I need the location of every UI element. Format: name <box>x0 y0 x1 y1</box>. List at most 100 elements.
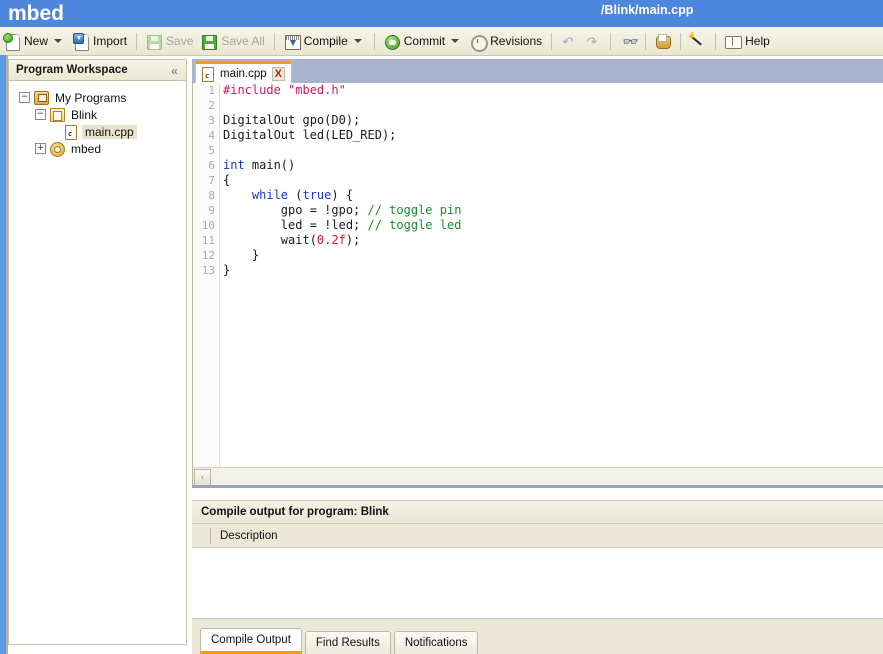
editor-panel: main.cpp X 12345678910111213 #include "m… <box>192 59 883 491</box>
line-number: 1 <box>208 84 215 97</box>
toolbar-save-all-label: Save All <box>221 34 265 48</box>
toolbar-redo-button[interactable]: ↷ <box>581 28 605 54</box>
line-number: 3 <box>208 114 215 127</box>
tree-item-mbed[interactable]: + mbed <box>9 140 186 157</box>
code-token: DigitalOut led(LED_RED); <box>223 128 397 142</box>
toolbar-undo-button[interactable]: ↶ <box>557 28 581 54</box>
tree-toggle-icon[interactable]: − <box>19 92 30 103</box>
program-workspace-panel: Program Workspace « − My Programs − Blin… <box>8 59 187 645</box>
chevron-down-icon[interactable] <box>451 39 460 43</box>
tree-toggle-icon[interactable]: − <box>35 109 46 120</box>
toolbar-import-button[interactable]: Import <box>69 28 131 54</box>
toolbar-divider <box>645 32 647 50</box>
new-file-icon <box>3 32 20 51</box>
code-line: { <box>223 173 883 188</box>
scroll-left-icon[interactable]: ‹ <box>194 469 211 486</box>
output-tab-find-results[interactable]: Find Results <box>304 631 391 654</box>
tree-toggle-spacer <box>51 127 60 136</box>
code-content[interactable]: #include "mbed.h" DigitalOut gpo(D0); Dig… <box>223 83 883 467</box>
app-logo: mbed <box>8 2 65 25</box>
code-token: 0.2f <box>316 233 346 247</box>
tree-item-main-cpp[interactable]: main.cpp <box>9 123 186 140</box>
cookbook-icon <box>654 33 672 50</box>
commit-icon <box>383 33 400 50</box>
mbed-ide-window: mbed /Blink/main.cpp New Import Save Sav… <box>0 0 883 654</box>
workspace-tree: − My Programs − Blink main.cpp + mbed <box>8 81 187 645</box>
editor-tab-strip: main.cpp X <box>192 59 883 83</box>
toolbar-wand-button[interactable] <box>686 28 710 54</box>
tree-item-label: My Programs <box>55 90 127 105</box>
workspace-title: Program Workspace <box>16 64 128 76</box>
code-token: wait( <box>223 233 317 247</box>
tree-item-blink[interactable]: − Blink <box>9 106 186 123</box>
toolbar-new-button[interactable]: New <box>0 28 69 54</box>
current-file-path: /Blink/main.cpp <box>601 3 694 17</box>
toolbar-compile-button[interactable]: Compile <box>280 28 369 54</box>
app-header: mbed /Blink/main.cpp <box>0 0 883 27</box>
code-line: DigitalOut led(LED_RED); <box>223 128 883 143</box>
code-line: } <box>223 248 883 263</box>
code-token: int <box>223 158 245 172</box>
toolbar-revisions-label: Revisions <box>490 34 543 48</box>
editor-tab-main-cpp[interactable]: main.cpp X <box>195 61 293 83</box>
line-number: 13 <box>201 264 215 277</box>
toolbar-save-all-button[interactable]: Save All <box>197 28 268 54</box>
code-token: DigitalOut gpo(D0); <box>223 113 361 127</box>
code-token: // toggle led <box>367 218 462 232</box>
editor-horizontal-scrollbar[interactable]: ‹ <box>192 467 883 486</box>
toolbar-cookbook-button[interactable] <box>651 28 675 54</box>
toolbar-divider <box>680 32 682 50</box>
save-all-icon <box>200 33 218 50</box>
code-token: } <box>223 263 231 277</box>
help-book-icon <box>724 33 743 50</box>
code-line: #include "mbed.h" <box>223 83 883 98</box>
import-icon <box>72 32 90 51</box>
toolbar-save-button[interactable]: Save <box>142 28 197 54</box>
toolbar-divider <box>136 32 138 50</box>
code-token: main() <box>244 158 296 172</box>
toolbar-help-button[interactable]: Help <box>721 28 774 54</box>
line-number: 2 <box>208 99 215 112</box>
line-number: 10 <box>201 219 215 232</box>
code-token: "mbed.h" <box>288 83 346 97</box>
code-token: gpo = !gpo; <box>223 203 368 217</box>
collapse-sidebar-icon[interactable]: « <box>167 63 182 78</box>
line-number: 8 <box>208 189 215 202</box>
line-number: 12 <box>201 249 215 262</box>
binoculars-icon: 👓 <box>621 33 638 49</box>
output-rows-area[interactable] <box>192 548 883 619</box>
cpp-file-icon <box>64 124 78 140</box>
close-icon[interactable]: X <box>271 66 286 81</box>
toolbar-find-button[interactable]: 👓 <box>616 28 640 54</box>
line-number: 4 <box>208 129 215 142</box>
code-editor[interactable]: 1 2 3 4 5 6 7 8 9 10 11 12 13 #include "mbed.h" Digi… <box>192 83 883 467</box>
toolbar-commit-button[interactable]: Commit <box>380 28 466 54</box>
output-panel-title: Compile output for program: Blink <box>201 506 389 518</box>
tree-toggle-icon[interactable]: + <box>35 143 46 154</box>
line-number: 11 <box>201 234 215 247</box>
toolbar-revisions-button[interactable]: Revisions <box>466 28 546 54</box>
tree-item-label: main.cpp <box>82 124 137 139</box>
toolbar-help-label: Help <box>745 34 770 48</box>
code-line: while (true) { <box>223 188 883 203</box>
code-line: } <box>223 263 883 278</box>
tree-item-my-programs[interactable]: − My Programs <box>9 89 186 106</box>
code-token: ( <box>288 188 303 202</box>
program-folder-icon <box>50 107 65 122</box>
toolbar-import-label: Import <box>93 34 128 48</box>
code-line: int main() <box>223 158 883 173</box>
chevron-down-icon[interactable] <box>54 39 63 43</box>
editor-bottom-divider <box>192 485 883 488</box>
chevron-down-icon[interactable] <box>353 39 362 43</box>
toolbar-divider <box>610 32 612 50</box>
toolbar-divider <box>273 32 275 50</box>
editor-tab-label: main.cpp <box>220 67 267 80</box>
line-number: 7 <box>208 174 215 187</box>
programs-icon <box>34 90 49 105</box>
output-tab-compile-output[interactable]: Compile Output <box>200 628 302 654</box>
output-tab-notifications[interactable]: Notifications <box>393 631 479 654</box>
line-number: 6 <box>208 159 215 172</box>
cpp-file-icon <box>201 66 215 82</box>
toolbar-divider <box>551 32 553 50</box>
